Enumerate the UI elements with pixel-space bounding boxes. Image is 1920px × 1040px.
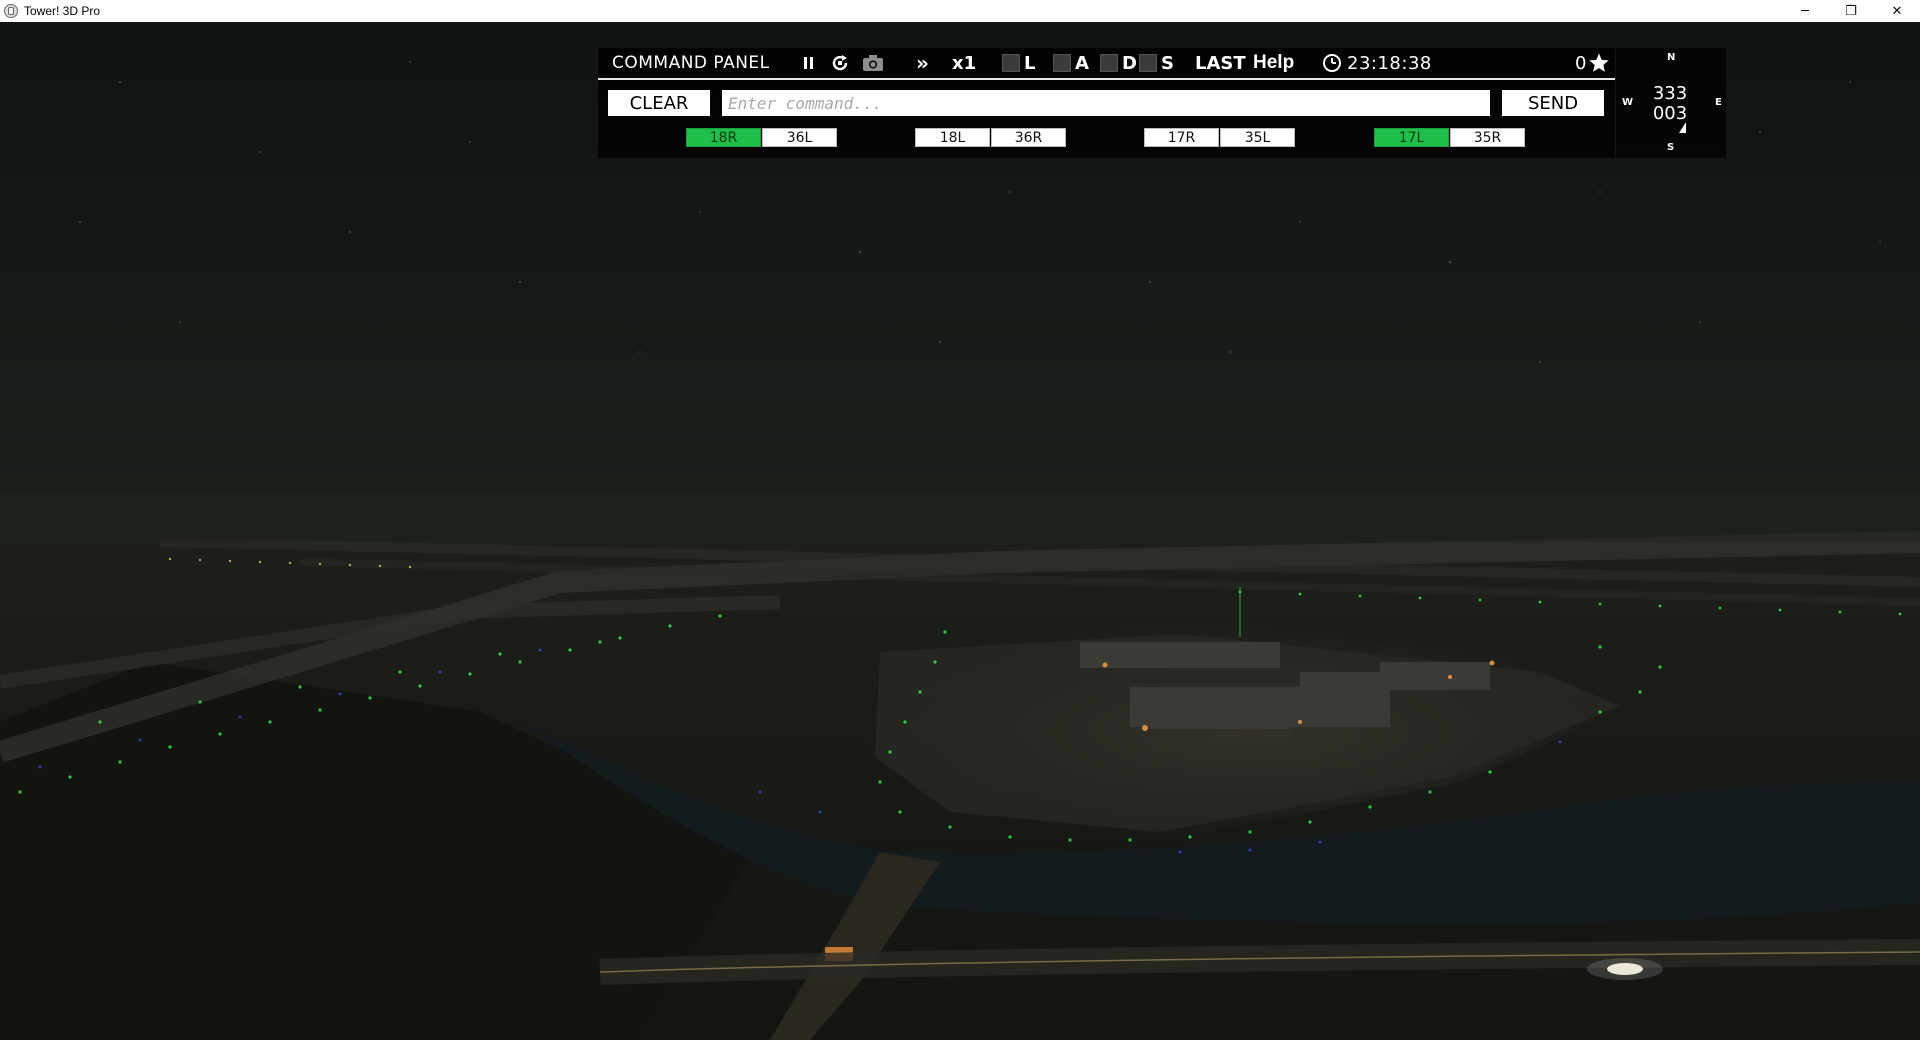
- runway-35l-button[interactable]: 35L: [1220, 128, 1295, 147]
- filter-s-checkbox[interactable]: [1139, 54, 1157, 72]
- compass-north: N: [1667, 52, 1676, 63]
- runway-36l-button[interactable]: 36L: [762, 128, 837, 147]
- compass-south: S: [1667, 142, 1675, 153]
- window-titlebar: Tower! 3D Pro ─ ❐ ✕: [0, 0, 1920, 22]
- filter-d[interactable]: D: [1100, 48, 1137, 78]
- camera-icon[interactable]: [862, 48, 884, 78]
- send-button[interactable]: SEND: [1502, 90, 1604, 116]
- heading-primary: 333: [1652, 83, 1688, 104]
- compass: N S W E 333 003: [1616, 48, 1726, 158]
- filter-l-checkbox[interactable]: [1002, 54, 1020, 72]
- filter-a-checkbox[interactable]: [1053, 54, 1071, 72]
- heading-secondary: 003: [1652, 103, 1688, 124]
- runway-36r-button[interactable]: 36R: [991, 128, 1066, 147]
- filter-l-label: L: [1024, 52, 1036, 74]
- window-title: Tower! 3D Pro: [24, 4, 101, 18]
- filter-a-label: A: [1075, 52, 1089, 74]
- scene-render: [0, 22, 1920, 1040]
- filter-s-label: S: [1161, 52, 1174, 74]
- runway-18r-button[interactable]: 18R: [686, 128, 761, 147]
- reset-icon[interactable]: [830, 48, 850, 78]
- close-button[interactable]: ✕: [1874, 0, 1920, 22]
- last-button[interactable]: LAST: [1195, 48, 1246, 78]
- filter-d-checkbox[interactable]: [1100, 54, 1118, 72]
- window-controls: ─ ❐ ✕: [1782, 0, 1920, 22]
- compass-west: W: [1622, 97, 1634, 108]
- runway-18l-button[interactable]: 18L: [915, 128, 990, 147]
- sim-speed[interactable]: x1: [952, 48, 976, 78]
- star-icon: [1589, 53, 1610, 72]
- filter-s[interactable]: S: [1139, 48, 1174, 78]
- sim-clock: 23:18:38: [1322, 48, 1432, 78]
- command-input[interactable]: [722, 90, 1490, 116]
- command-panel: COMMAND PANEL » x1 L A D S LAST Help 23:…: [598, 48, 1615, 158]
- help-button[interactable]: Help: [1253, 48, 1294, 78]
- clear-button[interactable]: CLEAR: [608, 90, 710, 116]
- compass-east: E: [1715, 97, 1722, 108]
- star-count: 0: [1575, 52, 1587, 74]
- filter-a[interactable]: A: [1053, 48, 1089, 78]
- pause-icon[interactable]: [803, 48, 815, 78]
- clock-time: 23:18:38: [1347, 52, 1432, 74]
- filter-d-label: D: [1122, 52, 1137, 74]
- minimize-button[interactable]: ─: [1782, 0, 1828, 22]
- airport-3d-view[interactable]: [0, 22, 1920, 1040]
- clock-icon: [1323, 54, 1341, 72]
- app-icon: [4, 4, 18, 18]
- fast-forward-icon[interactable]: »: [916, 48, 929, 78]
- restore-button[interactable]: ❐: [1828, 0, 1874, 22]
- runway-17r-button[interactable]: 17R: [1144, 128, 1219, 147]
- runway-17l-button[interactable]: 17L: [1374, 128, 1449, 147]
- heading-pointer-icon: [1679, 122, 1686, 133]
- panel-title: COMMAND PANEL: [612, 53, 770, 73]
- score: 0: [1575, 48, 1610, 78]
- runway-35r-button[interactable]: 35R: [1450, 128, 1525, 147]
- filter-l[interactable]: L: [1002, 48, 1035, 78]
- command-panel-toolbar: COMMAND PANEL » x1 L A D S LAST Help 23:…: [598, 48, 1615, 80]
